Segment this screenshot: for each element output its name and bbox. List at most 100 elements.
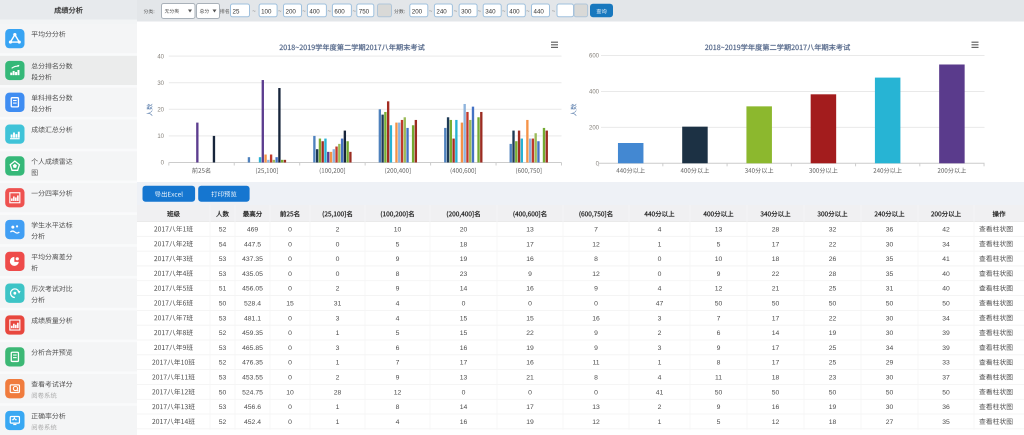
svg-text:0: 0 xyxy=(528,301,532,308)
svg-text:8: 8 xyxy=(594,256,598,263)
svg-text:524.75: 524.75 xyxy=(242,389,263,396)
svg-text:29: 29 xyxy=(886,360,894,367)
svg-text:12: 12 xyxy=(772,419,780,426)
svg-text:16: 16 xyxy=(526,360,534,367)
svg-text:50: 50 xyxy=(942,389,950,396)
svg-text:22: 22 xyxy=(526,330,534,337)
svg-text:0: 0 xyxy=(594,301,598,308)
svg-text:465.85: 465.85 xyxy=(242,345,263,352)
svg-text:4: 4 xyxy=(396,419,400,426)
svg-text:9: 9 xyxy=(396,286,400,293)
svg-text:53: 53 xyxy=(219,345,227,352)
svg-text:~: ~ xyxy=(502,9,506,15)
svg-text:17: 17 xyxy=(526,404,534,411)
svg-text:13: 13 xyxy=(715,226,723,233)
svg-text:53: 53 xyxy=(219,315,227,322)
svg-text:40: 40 xyxy=(157,54,164,60)
svg-text:14: 14 xyxy=(460,286,468,293)
svg-text:15: 15 xyxy=(526,315,534,322)
svg-text:10: 10 xyxy=(715,256,723,263)
svg-text:1: 1 xyxy=(336,419,340,426)
svg-text:53: 53 xyxy=(219,271,227,278)
svg-text:1: 1 xyxy=(336,360,340,367)
svg-text:0: 0 xyxy=(658,256,662,263)
svg-text:52: 52 xyxy=(219,226,227,233)
svg-text:9: 9 xyxy=(717,345,721,352)
svg-text:50: 50 xyxy=(219,389,227,396)
svg-text:16: 16 xyxy=(592,315,600,322)
svg-text:37: 37 xyxy=(942,375,950,382)
svg-text:53: 53 xyxy=(219,256,227,263)
svg-text:13: 13 xyxy=(526,226,534,233)
svg-text:50: 50 xyxy=(772,389,780,396)
svg-text:200: 200 xyxy=(412,9,423,16)
svg-text:10: 10 xyxy=(394,226,402,233)
svg-text:0: 0 xyxy=(288,241,292,248)
svg-text:1: 1 xyxy=(336,330,340,337)
svg-text:100: 100 xyxy=(261,9,272,16)
svg-text:19: 19 xyxy=(829,330,837,337)
svg-text:340: 340 xyxy=(485,9,496,16)
svg-text:50: 50 xyxy=(715,301,723,308)
svg-text:300: 300 xyxy=(461,9,472,16)
svg-text:19: 19 xyxy=(829,404,837,411)
svg-text:30: 30 xyxy=(886,330,894,337)
svg-text:50: 50 xyxy=(219,301,227,308)
svg-text:0: 0 xyxy=(288,315,292,322)
svg-text:4: 4 xyxy=(396,315,400,322)
svg-text:7: 7 xyxy=(594,226,598,233)
svg-text:15: 15 xyxy=(460,330,468,337)
svg-text:0: 0 xyxy=(594,389,598,396)
svg-text:1: 1 xyxy=(658,360,662,367)
svg-text:40: 40 xyxy=(942,286,950,293)
svg-text:11: 11 xyxy=(715,375,722,382)
svg-text:36: 36 xyxy=(886,226,894,233)
svg-text:47: 47 xyxy=(656,301,664,308)
svg-text:53: 53 xyxy=(219,404,227,411)
svg-text:447.5: 447.5 xyxy=(244,241,261,248)
svg-text:437.35: 437.35 xyxy=(242,256,263,263)
svg-text:9: 9 xyxy=(594,345,598,352)
svg-text:14: 14 xyxy=(460,404,468,411)
svg-text:400: 400 xyxy=(509,9,520,16)
svg-text:12: 12 xyxy=(592,241,600,248)
svg-text:39: 39 xyxy=(942,330,950,337)
svg-text:40: 40 xyxy=(942,271,950,278)
svg-text:5: 5 xyxy=(396,241,400,248)
svg-text:31: 31 xyxy=(886,286,894,293)
svg-text:0: 0 xyxy=(462,389,466,396)
svg-text:17: 17 xyxy=(772,345,780,352)
svg-text:7: 7 xyxy=(717,315,721,322)
svg-text:36: 36 xyxy=(942,404,950,411)
svg-text:0: 0 xyxy=(288,419,292,426)
svg-text:28: 28 xyxy=(334,389,342,396)
svg-text:0: 0 xyxy=(336,271,340,278)
svg-text:0: 0 xyxy=(288,345,292,352)
svg-text:30: 30 xyxy=(886,404,894,411)
svg-text:3: 3 xyxy=(336,315,340,322)
svg-text:41: 41 xyxy=(942,256,950,263)
svg-text:25: 25 xyxy=(829,345,837,352)
svg-text:18: 18 xyxy=(772,256,780,263)
svg-text:9: 9 xyxy=(717,271,721,278)
svg-text:32: 32 xyxy=(829,226,837,233)
svg-text:35: 35 xyxy=(886,271,894,278)
svg-text:18: 18 xyxy=(460,241,468,248)
svg-text:50: 50 xyxy=(886,389,894,396)
svg-text:17: 17 xyxy=(460,360,468,367)
svg-text:1: 1 xyxy=(336,404,340,411)
svg-text:19: 19 xyxy=(460,256,468,263)
svg-text:200: 200 xyxy=(589,126,600,132)
svg-text:22: 22 xyxy=(772,271,780,278)
svg-text:0: 0 xyxy=(658,271,662,278)
svg-text:~: ~ xyxy=(352,9,356,15)
svg-text:5: 5 xyxy=(717,419,721,426)
svg-text:50: 50 xyxy=(715,389,723,396)
svg-text:~: ~ xyxy=(328,9,332,15)
svg-text:0: 0 xyxy=(528,389,532,396)
svg-text:50: 50 xyxy=(886,301,894,308)
svg-text:26: 26 xyxy=(829,256,837,263)
svg-text:16: 16 xyxy=(460,419,468,426)
svg-text:54: 54 xyxy=(219,241,227,248)
svg-text:21: 21 xyxy=(526,375,534,382)
